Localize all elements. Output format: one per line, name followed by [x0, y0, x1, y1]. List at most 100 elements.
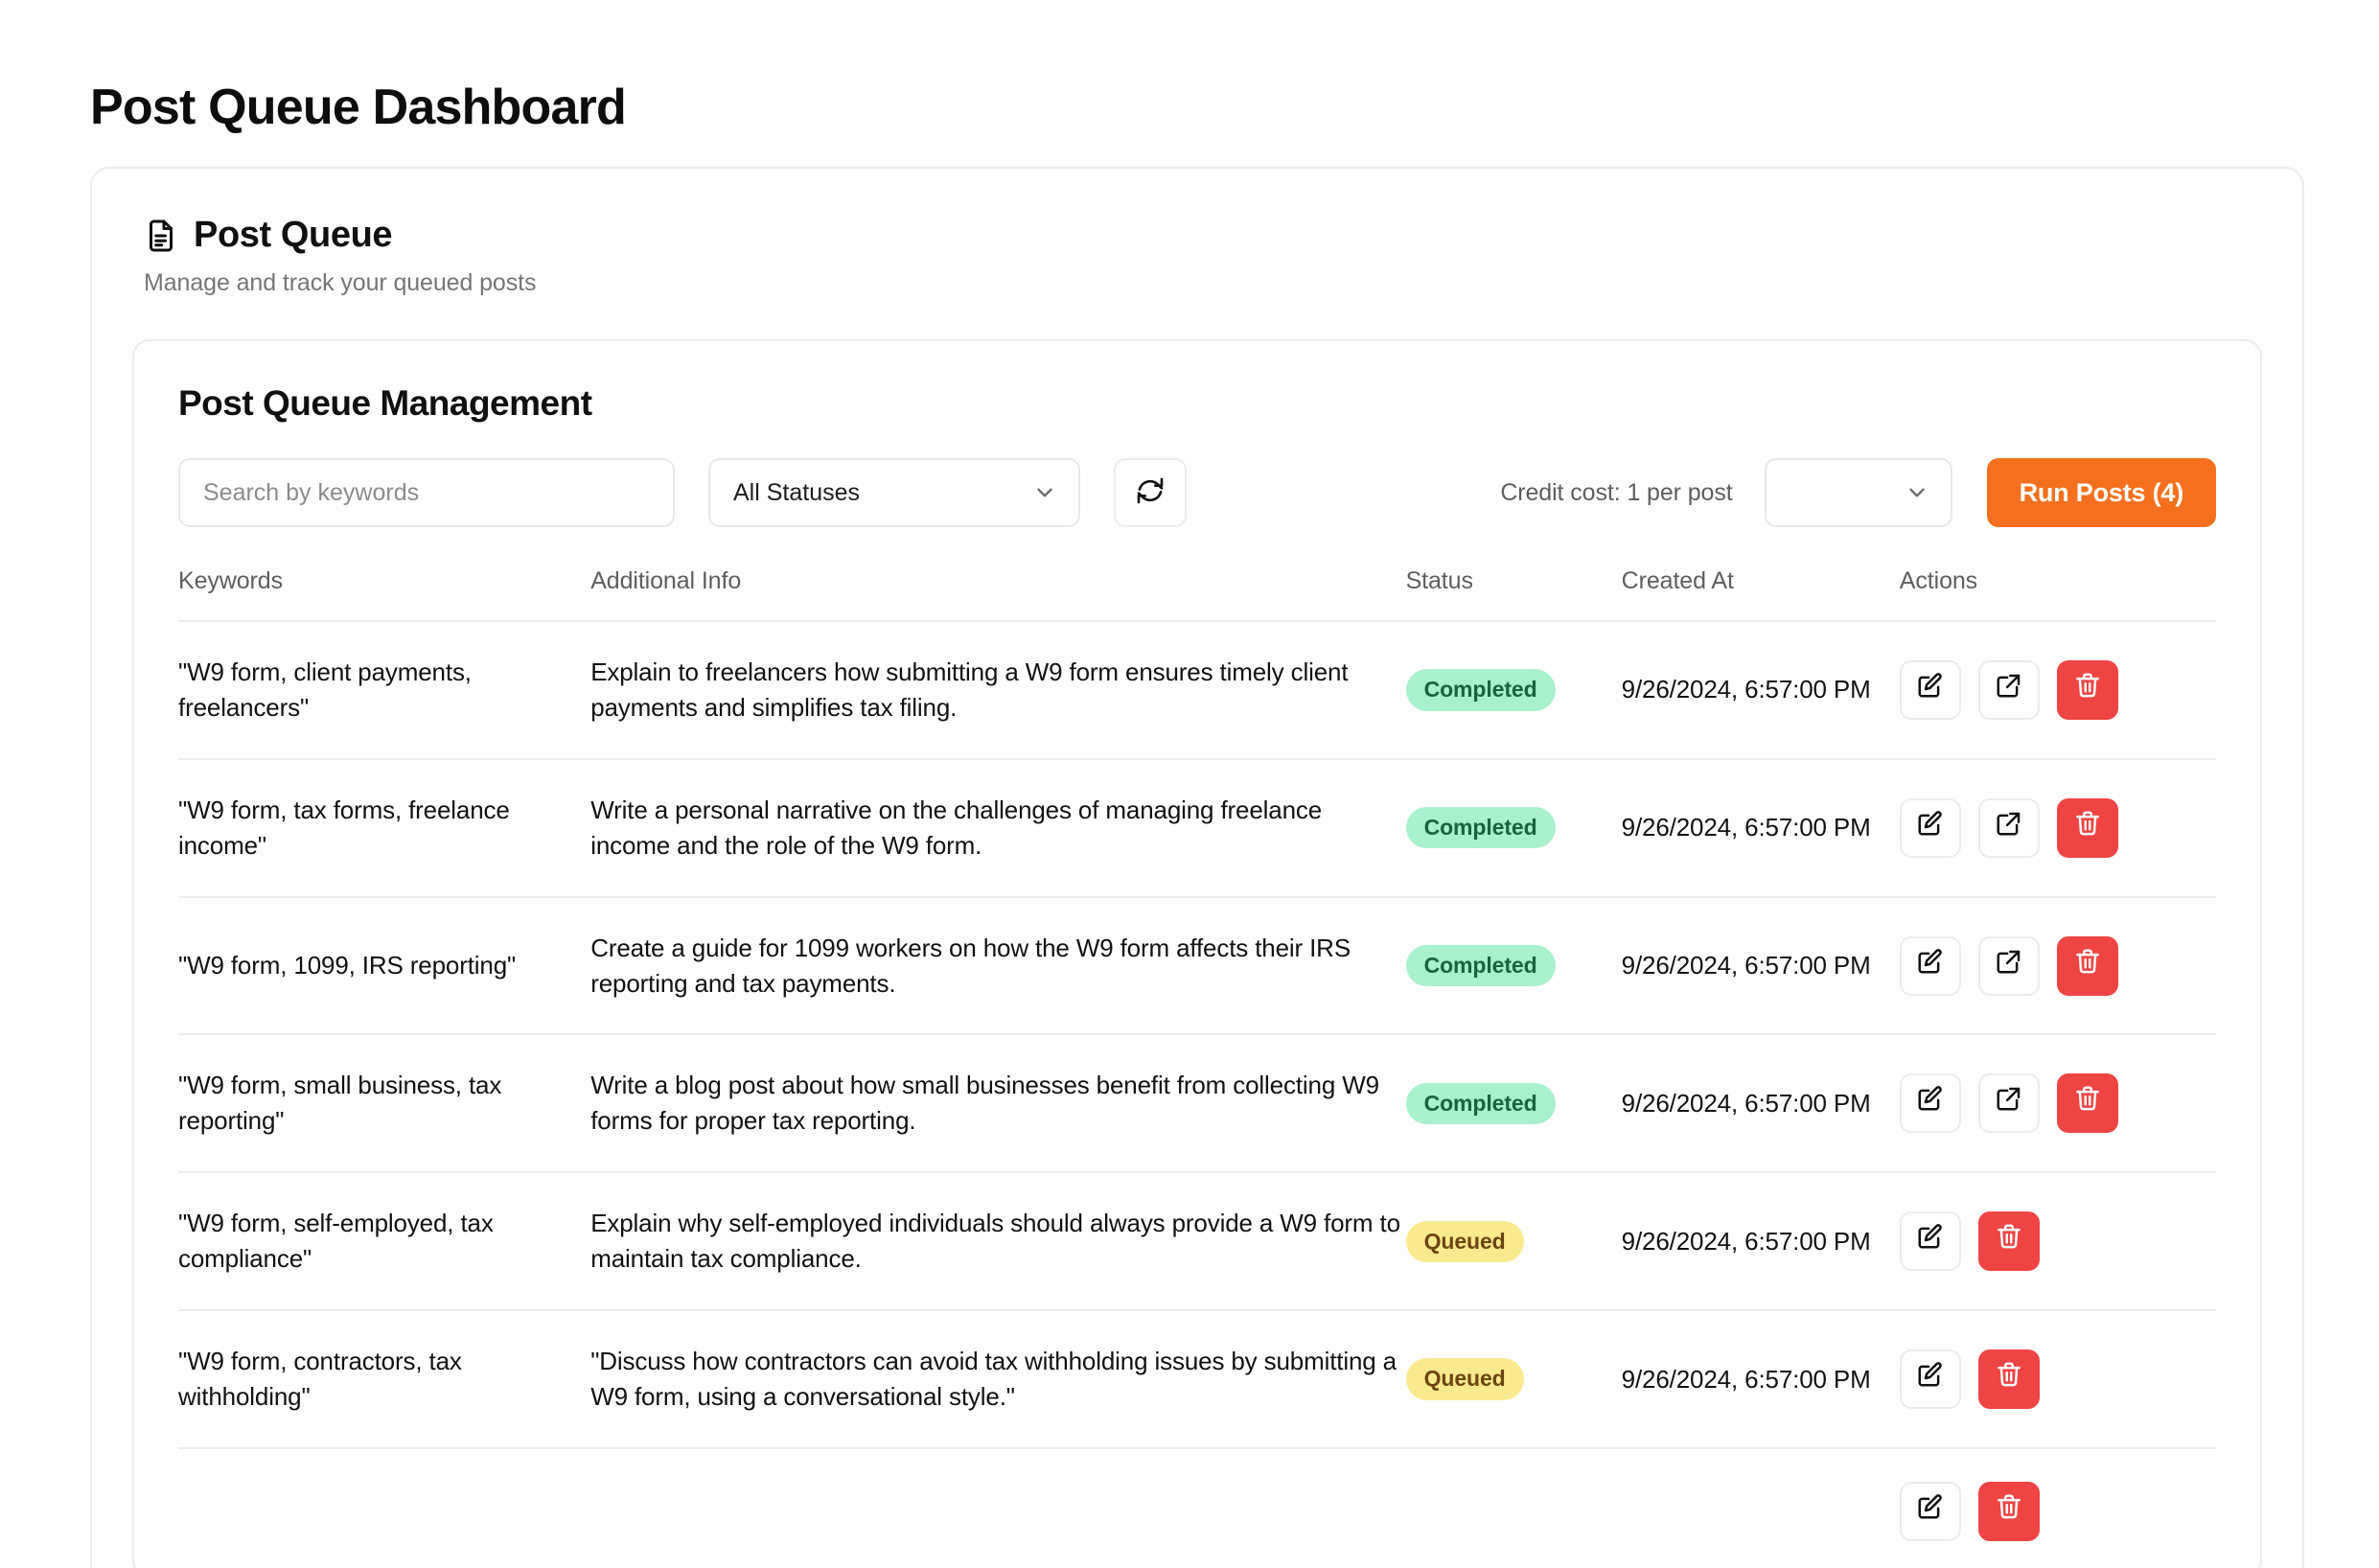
search-input[interactable]	[178, 458, 675, 527]
delete-icon	[1995, 1492, 2023, 1531]
cell-status: Completed	[1405, 758, 1622, 898]
cell-additional-info: Explain to freelancers how submitting a …	[590, 621, 1406, 760]
delete-button[interactable]	[2056, 1073, 2118, 1134]
edit-icon	[1916, 809, 1945, 847]
delete-button[interactable]	[2056, 935, 2118, 996]
card-title-text: Post Queue	[194, 215, 393, 255]
column-header-keywords: Keywords	[178, 567, 591, 622]
refresh-button[interactable]	[1114, 458, 1187, 527]
table-row: "W9 form, 1099, IRS reporting" Create a g…	[178, 896, 2216, 1036]
edit-icon	[1916, 1084, 1945, 1122]
cell-status: Completed	[1405, 1034, 1622, 1174]
page-title: Post Queue Dashboard	[90, 79, 627, 135]
table-row: "W9 form, tax forms, freelance income" Wr…	[178, 758, 2216, 898]
external-link-button[interactable]	[1977, 935, 2040, 996]
external-link-button[interactable]	[1977, 659, 2040, 720]
column-header-created-at: Created At	[1621, 567, 1900, 622]
status-badge: Completed	[1405, 944, 1556, 987]
edit-button[interactable]	[1899, 1073, 1961, 1134]
card-title-row: Post Queue	[144, 215, 2251, 256]
cell-status: Queued	[1405, 1310, 1622, 1449]
delete-icon	[2073, 947, 2102, 985]
delete-button[interactable]	[1977, 1349, 2040, 1409]
column-header-additional-info: Additional Info	[590, 567, 1406, 622]
action-button-group	[1899, 1481, 2216, 1541]
table-row: "W9 form, contractors, tax withholding" "…	[178, 1310, 2216, 1449]
panel-title: Post Queue Management	[178, 383, 592, 423]
delete-button[interactable]	[1977, 1211, 2040, 1272]
action-button-group	[1899, 1349, 2216, 1409]
external-link-icon	[1995, 809, 2023, 847]
cell-actions	[1899, 1172, 2216, 1312]
chevron-down-icon	[1905, 480, 1929, 505]
cell-actions	[1899, 1447, 2216, 1568]
run-posts-button[interactable]: Run Posts (4)	[1986, 458, 2216, 527]
edit-button[interactable]	[1899, 1211, 1961, 1272]
edit-button[interactable]	[1899, 659, 1961, 720]
table-row: "W9 form, small business, tax reporting"…	[178, 1034, 2216, 1174]
delete-icon	[2073, 809, 2102, 847]
post-count-select[interactable]	[1764, 458, 1952, 527]
refresh-icon	[1135, 475, 1166, 511]
delete-button[interactable]	[2056, 659, 2118, 720]
cell-additional-info: Create a guide for 1099 workers on how t…	[590, 896, 1406, 1036]
cell-additional-info: Write a personal narrative on the challe…	[590, 758, 1406, 898]
table-header-row: Keywords Additional Info Status Created …	[178, 567, 2216, 622]
cell-created-at	[1621, 1447, 1900, 1568]
status-filter-select[interactable]: All Statuses	[708, 458, 1080, 527]
cell-actions	[1899, 758, 2216, 898]
delete-icon	[1995, 1360, 2023, 1398]
cell-status: Completed	[1405, 621, 1622, 760]
action-button-group	[1899, 1211, 2216, 1272]
post-queue-card: Post Queue Manage and track your queued …	[90, 167, 2304, 1568]
cell-keywords: "W9 form, self-employed, tax compliance"	[178, 1172, 591, 1312]
cell-additional-info: Explain why self-employed individuals sh…	[590, 1172, 1406, 1312]
cell-additional-info: Write a blog post about how small busine…	[590, 1034, 1406, 1174]
cell-keywords: "W9 form, small business, tax reporting"	[178, 1034, 591, 1174]
external-link-button[interactable]	[1977, 797, 2040, 858]
cell-created-at: 9/26/2024, 6:57:00 PM	[1621, 1172, 1900, 1312]
cell-keywords: "W9 form, 1099, IRS reporting"	[178, 896, 591, 1036]
external-link-icon	[1995, 671, 2023, 709]
table-body: "W9 form, client payments, freelancers" E…	[178, 621, 2216, 1568]
status-badge: Queued	[1405, 1220, 1524, 1262]
cell-created-at: 9/26/2024, 6:57:00 PM	[1621, 621, 1900, 760]
external-link-icon	[1995, 1084, 2023, 1122]
edit-button[interactable]	[1899, 797, 1961, 858]
table-row: "W9 form, self-employed, tax compliance"…	[178, 1172, 2216, 1312]
credit-cost-label: Credit cost: 1 per post	[1500, 478, 1733, 506]
page-root: Post Queue Dashboard Post Queue Manage a…	[0, 0, 2379, 1568]
document-icon	[144, 219, 178, 253]
delete-button[interactable]	[1977, 1481, 2040, 1541]
toolbar: All Statuses	[178, 458, 2216, 527]
cell-status: Completed	[1405, 896, 1622, 1036]
status-badge: Queued	[1405, 1358, 1524, 1400]
cell-status	[1405, 1447, 1622, 1568]
delete-icon	[2073, 671, 2102, 709]
card-subtitle: Manage and track your queued posts	[144, 269, 537, 296]
table-header: Keywords Additional Info Status Created …	[178, 567, 2216, 622]
external-link-button[interactable]	[1977, 1073, 2040, 1134]
action-button-group	[1899, 797, 2216, 858]
cell-keywords: "W9 form, client payments, freelancers"	[178, 621, 591, 760]
external-link-icon	[1995, 947, 2023, 985]
edit-button[interactable]	[1899, 935, 1961, 996]
table-row: "W9 form, client payments, freelancers" E…	[178, 621, 2216, 760]
card-header: Post Queue Manage and track your queued …	[92, 169, 2302, 297]
edit-button[interactable]	[1899, 1481, 1961, 1541]
cell-actions	[1899, 621, 2216, 760]
cell-created-at: 9/26/2024, 6:57:00 PM	[1621, 1310, 1900, 1449]
cell-additional-info: "Discuss how contractors can avoid tax w…	[590, 1310, 1406, 1449]
cell-keywords: "W9 form, contractors, tax withholding"	[178, 1310, 591, 1449]
delete-icon	[1995, 1222, 2023, 1260]
delete-button[interactable]	[2056, 797, 2118, 858]
status-badge: Completed	[1405, 1082, 1556, 1124]
edit-icon	[1916, 1360, 1945, 1398]
status-badge: Completed	[1405, 807, 1556, 849]
edit-icon	[1916, 1492, 1945, 1531]
edit-icon	[1916, 1222, 1945, 1260]
edit-button[interactable]	[1899, 1349, 1961, 1409]
action-button-group	[1899, 659, 2216, 720]
table-row-partial	[178, 1447, 2216, 1568]
column-header-status: Status	[1405, 567, 1622, 622]
